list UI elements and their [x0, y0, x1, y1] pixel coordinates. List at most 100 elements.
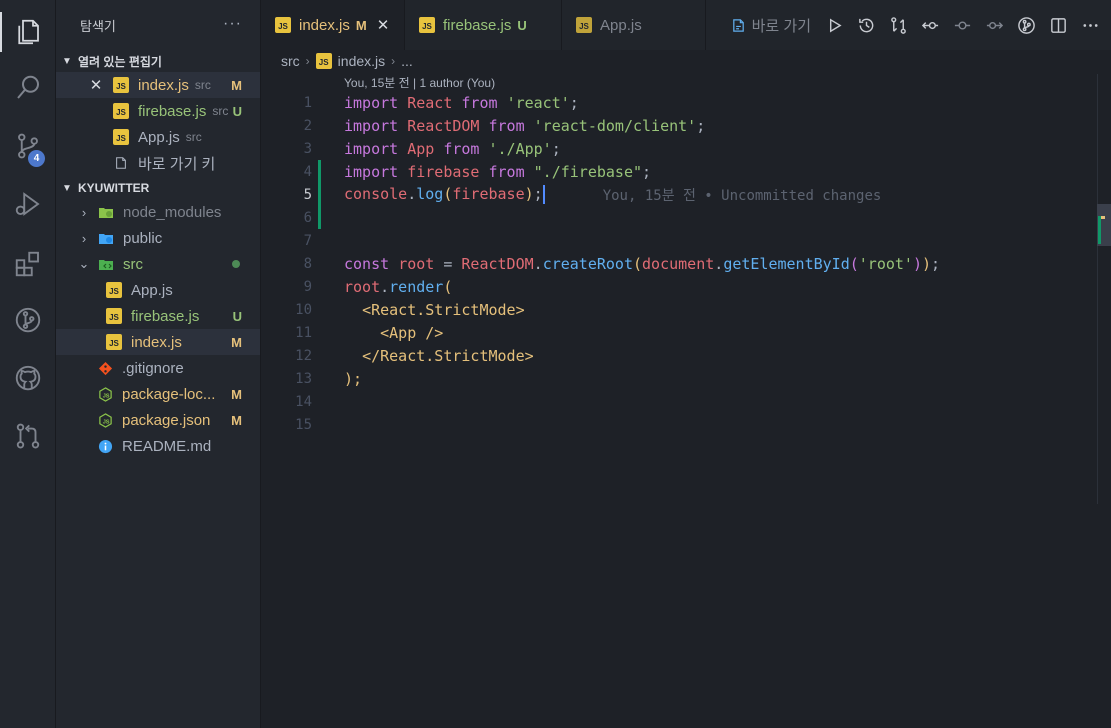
tab-firebase-js[interactable]: JS firebase.js U [405, 0, 562, 50]
commit-icon[interactable] [952, 15, 973, 36]
code-line: 14 [262, 390, 1102, 413]
file-hint: src [212, 104, 229, 118]
tree-file-firebase-js[interactable]: JS firebase.js U [56, 303, 260, 329]
more-actions-icon[interactable]: ··· [223, 15, 242, 33]
search-icon[interactable] [0, 62, 56, 114]
code-line: 10 <React.StrictMode> [262, 298, 1102, 321]
compare-changes-icon[interactable] [888, 15, 909, 36]
code-line: 4 import firebase from "./firebase"; [262, 160, 1102, 183]
open-editors-section[interactable]: ▼ 열려 있는 편집기 [56, 50, 260, 72]
file-name: package-loc... [122, 385, 216, 403]
history-icon[interactable] [856, 15, 877, 36]
line-number: 1 [303, 94, 312, 111]
open-editor-index-js[interactable]: ✕ JS index.js src M [56, 72, 260, 98]
tree-file-app-js[interactable]: JS App.js [56, 277, 260, 303]
git-status: U [232, 103, 242, 119]
gutter [312, 275, 344, 298]
close-icon[interactable]: ✕ [88, 77, 104, 94]
tree-file-package-json[interactable]: JS package.json M [56, 407, 260, 433]
goto-label: 바로 가기 [751, 17, 811, 35]
open-editor-firebase-js[interactable]: JS firebase.js src U [56, 98, 260, 124]
next-change-icon[interactable] [984, 15, 1005, 36]
chevron-down-icon: ▼ [62, 182, 72, 194]
file-name: README.md [122, 437, 212, 455]
gutter [312, 252, 344, 275]
file-name: App.js [138, 128, 180, 146]
breadcrumb-folder[interactable]: src [281, 53, 300, 69]
tree-file-package-lock[interactable]: JS package-loc... M [56, 381, 260, 407]
node-folder-icon [98, 204, 114, 220]
token: root [398, 254, 435, 273]
pull-request-icon[interactable] [0, 410, 56, 462]
run-icon[interactable] [824, 15, 845, 36]
editor-scrollbar[interactable] [1097, 74, 1111, 504]
token: "./firebase" [533, 162, 643, 181]
file-name: firebase.js [131, 307, 200, 325]
close-icon[interactable]: ✕ [377, 16, 390, 34]
chevron-right-icon: › [81, 204, 87, 220]
svg-text:JS: JS [102, 419, 109, 425]
added-line-marker [312, 160, 344, 183]
workspace-section[interactable]: ▼ KYUWITTER [56, 177, 260, 199]
code-line: 3 import App from './App'; [262, 137, 1102, 160]
breadcrumb: src › JS index.js › ... [281, 50, 413, 72]
blame-codelens[interactable]: You, 15분 전 | 1 author (You) [344, 74, 495, 91]
tree-file-index-js[interactable]: JS index.js M [56, 329, 260, 355]
line-number: 13 [295, 370, 312, 387]
scrollbar-thumb[interactable] [1097, 204, 1111, 246]
tab-git-status: M [355, 17, 367, 33]
source-control-icon[interactable]: 4 [0, 120, 56, 172]
extensions-icon[interactable] [0, 238, 56, 290]
token: firebase [452, 185, 525, 203]
gutter [312, 367, 344, 390]
chevron-right-icon: › [81, 230, 87, 246]
line-number: 12 [295, 347, 312, 364]
git-lens-icon[interactable] [1016, 15, 1037, 36]
token: createRoot [542, 254, 633, 273]
folder-public[interactable]: › public [56, 225, 260, 251]
tree-file-readme[interactable]: README.md [56, 433, 260, 459]
code-editor[interactable]: 1 import React from 'react'; 2 import Re… [262, 91, 1102, 436]
explorer-header: 탐색기 ··· [56, 0, 260, 50]
run-debug-icon[interactable] [0, 178, 56, 230]
tree-file-gitignore[interactable]: .gitignore [56, 355, 260, 381]
line-number: 3 [303, 140, 312, 157]
github-icon[interactable] [0, 352, 56, 404]
folder-node-modules[interactable]: › node_modules [56, 199, 260, 225]
chevron-down-icon: ▼ [62, 55, 72, 67]
svg-text:JS: JS [102, 393, 109, 399]
token: <React.StrictMode> [362, 300, 525, 319]
file-name: package.json [122, 411, 211, 429]
tab-label: App.js [600, 16, 642, 34]
split-editor-icon[interactable] [1048, 15, 1069, 36]
js-file-icon: JS [106, 308, 122, 324]
explorer-icon[interactable] [0, 6, 56, 58]
git-graph-icon[interactable] [0, 294, 56, 346]
breadcrumb-file[interactable]: index.js [338, 53, 385, 69]
inline-blame: You, 15분 전 • Uncommitted changes [602, 187, 882, 204]
goto-shortcuts-button[interactable]: 바로 가기 [731, 15, 811, 36]
token: ); [344, 369, 363, 388]
open-editor-app-js[interactable]: JS App.js src [56, 124, 260, 150]
token: render [389, 277, 444, 296]
folder-src[interactable]: ⌄ src [56, 251, 260, 277]
js-file-icon: JS [106, 334, 122, 350]
gutter [312, 344, 344, 367]
code-line-current: 5 console.log(firebase); You, 15분 전 • Un… [262, 183, 1102, 206]
token: import [344, 116, 399, 135]
tab-index-js[interactable]: JS index.js M ✕ [261, 0, 405, 50]
breadcrumb-rest[interactable]: ... [401, 53, 413, 69]
git-status: M [231, 386, 242, 402]
code-line: 2 import ReactDOM from 'react-dom/client… [262, 114, 1102, 137]
line-number: 11 [295, 324, 312, 341]
token: import [344, 162, 399, 181]
previous-change-icon[interactable] [920, 15, 941, 36]
git-status: M [231, 334, 242, 350]
open-editor-shortcuts[interactable]: 바로 가기 키 [56, 150, 260, 176]
more-actions-icon[interactable] [1080, 15, 1101, 36]
token: ReactDOM [407, 116, 480, 135]
gutter [312, 390, 344, 413]
tab-app-js[interactable]: JS App.js [562, 0, 706, 50]
line-number: 5 [303, 186, 312, 203]
line-number: 2 [303, 117, 312, 134]
